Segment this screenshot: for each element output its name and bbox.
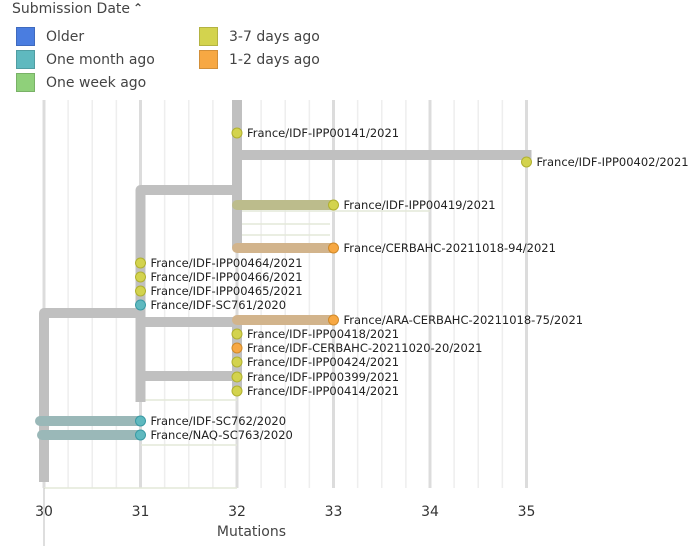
tip-node bbox=[231, 127, 243, 139]
tip-label: France/IDF-SC762/2020 bbox=[151, 414, 287, 428]
tip-label: France/IDF-IPP00424/2021 bbox=[247, 355, 399, 369]
tip-node bbox=[328, 242, 339, 254]
tip-label: France/IDF-CERBAHC-20211020-20/2021 bbox=[247, 341, 482, 355]
tip-node bbox=[135, 299, 146, 311]
tip-label: France/NAQ-SC763/2020 bbox=[151, 428, 293, 442]
tip-node bbox=[135, 285, 146, 297]
tip-node bbox=[135, 415, 146, 427]
tip-label: France/IDF-IPP00465/2021 bbox=[151, 284, 303, 298]
x-tick-label: 34 bbox=[421, 504, 439, 520]
tip-node bbox=[135, 429, 146, 441]
x-axis-title: Mutations bbox=[217, 524, 286, 540]
tip-label: France/IDF-IPP00399/2021 bbox=[247, 370, 399, 384]
x-tick-label: 30 bbox=[35, 504, 53, 520]
tip-label: France/IDF-IPP00419/2021 bbox=[344, 198, 496, 212]
x-axis: 30 31 32 33 34 35 Mutations bbox=[35, 504, 535, 540]
tip-node bbox=[231, 371, 243, 383]
tip-label: France/IDF-IPP00464/2021 bbox=[151, 256, 303, 270]
x-tick-label: 35 bbox=[518, 504, 536, 520]
tip-node bbox=[328, 199, 339, 211]
x-tick-label: 33 bbox=[325, 504, 343, 520]
tip-node bbox=[231, 356, 243, 368]
tip-label: France/IDF-IPP00402/2021 bbox=[537, 155, 689, 169]
tip-node bbox=[135, 257, 146, 269]
tip-node bbox=[328, 314, 339, 326]
tip-node bbox=[231, 328, 243, 340]
x-tick-label: 31 bbox=[132, 504, 150, 520]
tip-node bbox=[231, 385, 243, 397]
tips: France/IDF-IPP00141/2021 France/IDF-IPP00… bbox=[135, 126, 689, 442]
tip-label: France/IDF-IPP00466/2021 bbox=[151, 270, 303, 284]
tip-label: France/CERBAHC-20211018-94/2021 bbox=[344, 241, 556, 255]
x-tick-label: 32 bbox=[228, 504, 246, 520]
tip-label: France/IDF-IPP00418/2021 bbox=[247, 327, 399, 341]
tip-label: France/IDF-IPP00414/2021 bbox=[247, 384, 399, 398]
tip-node bbox=[231, 342, 243, 354]
tip-label: France/IDF-SC761/2020 bbox=[151, 298, 287, 312]
tip-label: France/ARA-CERBAHC-20211018-75/2021 bbox=[344, 313, 584, 327]
tip-node bbox=[521, 156, 532, 168]
phylogenetic-tree: France/IDF-IPP00141/2021 France/IDF-IPP00… bbox=[35, 100, 689, 546]
tip-node bbox=[135, 271, 146, 283]
tip-label: France/IDF-IPP00141/2021 bbox=[247, 126, 399, 140]
